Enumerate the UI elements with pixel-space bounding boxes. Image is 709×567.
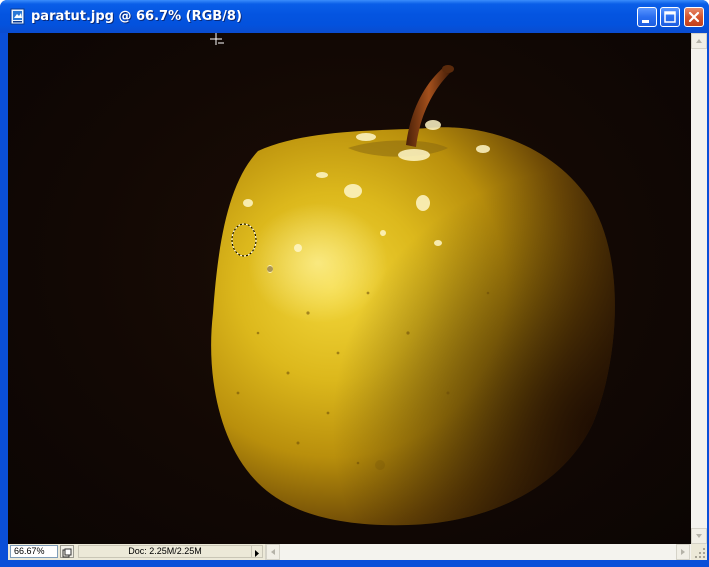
image-canvas[interactable] (8, 33, 691, 544)
maximize-button[interactable] (660, 7, 680, 27)
apple-photo (210, 33, 615, 526)
arrow-down-icon (696, 534, 702, 538)
document-info-button[interactable] (60, 545, 74, 558)
resize-grip-icon (695, 548, 705, 558)
document-info-icon (62, 548, 72, 558)
window-title: paratut.jpg @ 66.7% (RGB/8) (31, 9, 242, 24)
minimize-icon (642, 20, 649, 23)
arrow-right-icon (681, 549, 685, 555)
scroll-down-button[interactable] (691, 528, 707, 544)
triangle-right-icon (255, 550, 259, 557)
title-bar[interactable]: paratut.jpg @ 66.7% (RGB/8) (0, 0, 709, 33)
photoshop-document-icon[interactable] (10, 8, 26, 25)
close-icon (688, 11, 700, 23)
status-menu-button[interactable] (251, 545, 263, 558)
document-size-info: Doc: 2.25M/2.25M (78, 545, 252, 558)
scroll-right-button[interactable] (676, 544, 690, 560)
scroll-up-button[interactable] (691, 33, 707, 49)
document-window: paratut.jpg @ 66.7% (RGB/8) 66.67% Doc: … (0, 0, 709, 567)
zoom-level-field[interactable]: 66.67% (10, 545, 58, 558)
scroll-left-button[interactable] (266, 544, 280, 560)
arrow-up-icon (696, 39, 702, 43)
maximize-icon (664, 11, 676, 23)
crosshair-cursor (210, 33, 224, 45)
minimize-button[interactable] (637, 7, 657, 27)
close-button[interactable] (684, 7, 704, 27)
window-bottom-border[interactable] (0, 560, 709, 567)
status-bar: 66.67% Doc: 2.25M/2.25M (8, 544, 707, 560)
arrow-left-icon (271, 549, 275, 555)
vertical-scrollbar[interactable] (691, 33, 707, 544)
horizontal-scrollbar[interactable] (265, 544, 691, 560)
resize-grip[interactable] (691, 544, 707, 560)
